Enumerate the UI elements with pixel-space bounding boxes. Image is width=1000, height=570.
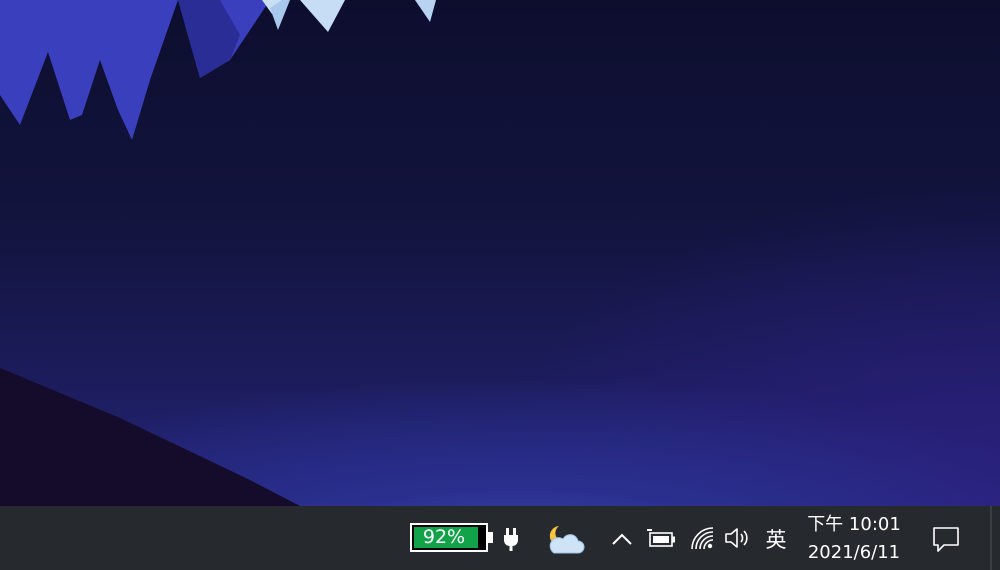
- speaker-icon[interactable]: [722, 524, 754, 552]
- plug-icon: [500, 526, 522, 552]
- chevron-up-icon[interactable]: [608, 526, 636, 552]
- battery-percentage-widget[interactable]: 92%: [410, 522, 496, 554]
- taskbar-clock[interactable]: 下午 10:01 2021/6/11: [800, 510, 908, 568]
- clock-date: 2021/6/11: [807, 542, 901, 563]
- battery-meter-terminal: [488, 532, 493, 543]
- wallpaper-snow-cap: [300, 0, 345, 32]
- clock-time: 下午 10:01: [807, 514, 901, 535]
- show-desktop-button[interactable]: [990, 506, 992, 570]
- wallpaper-snow-cap: [415, 0, 436, 22]
- wifi-icon[interactable]: [688, 524, 716, 552]
- battery-icon[interactable]: [646, 526, 678, 552]
- desktop-wallpaper: [0, 0, 1000, 506]
- wallpaper-dark-hill: [0, 368, 300, 506]
- moon-cloud-weather-icon[interactable]: [544, 522, 586, 556]
- action-center-icon[interactable]: [928, 524, 964, 554]
- taskbar: 92% 英 下午 10:01 2021/6/11: [0, 506, 1000, 570]
- wallpaper-mountain-art: [0, 0, 436, 506]
- input-method-indicator[interactable]: 英: [760, 523, 792, 555]
- battery-percent-label: 92%: [422, 526, 466, 548]
